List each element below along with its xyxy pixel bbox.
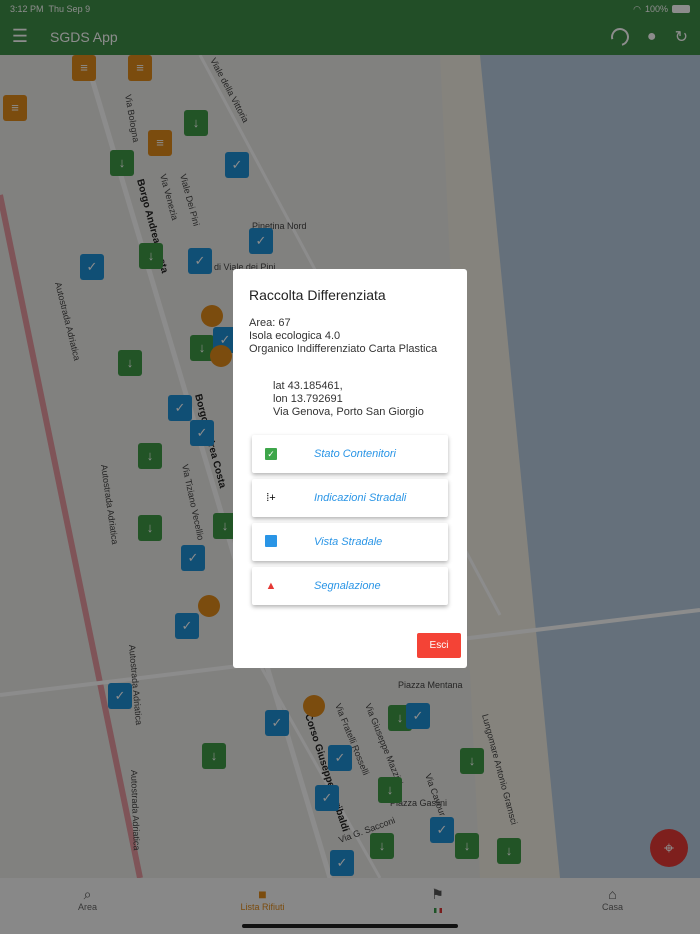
bin-details-dialog: Raccolta Differenziata Area: 67 Isola ec… bbox=[233, 269, 467, 668]
image-icon bbox=[265, 534, 277, 547]
option-label: Indicazioni Stradali bbox=[314, 492, 407, 504]
vista-stradale-button[interactable]: Vista Stradale bbox=[252, 523, 448, 561]
area-text: Area: 67 bbox=[249, 317, 291, 329]
indicazioni-stradali-button[interactable]: ⁞+ Indicazioni Stradali bbox=[252, 479, 448, 517]
address-text: Via Genova, Porto San Giorgio bbox=[273, 406, 424, 418]
bin-type-text: Isola ecologica 4.0 bbox=[249, 330, 341, 342]
option-label: Segnalazione bbox=[314, 580, 381, 592]
exit-button[interactable]: Esci bbox=[417, 633, 461, 658]
option-label: Vista Stradale bbox=[314, 536, 383, 548]
option-label: Stato Contenitori bbox=[314, 448, 396, 460]
dialog-title: Raccolta Differenziata bbox=[249, 287, 386, 303]
waste-types-text: Organico Indifferenziato Carta Plastica bbox=[249, 343, 438, 355]
checkbox-icon: ✓ bbox=[265, 448, 277, 460]
stato-contenitori-button[interactable]: ✓ Stato Contenitori bbox=[252, 435, 448, 473]
longitude-text: lon 13.792691 bbox=[273, 393, 343, 405]
latitude-text: lat 43.185461, bbox=[273, 380, 343, 392]
warning-icon: ▲ bbox=[265, 580, 277, 592]
directions-icon: ⁞+ bbox=[266, 492, 276, 504]
segnalazione-button[interactable]: ▲ Segnalazione bbox=[252, 567, 448, 605]
